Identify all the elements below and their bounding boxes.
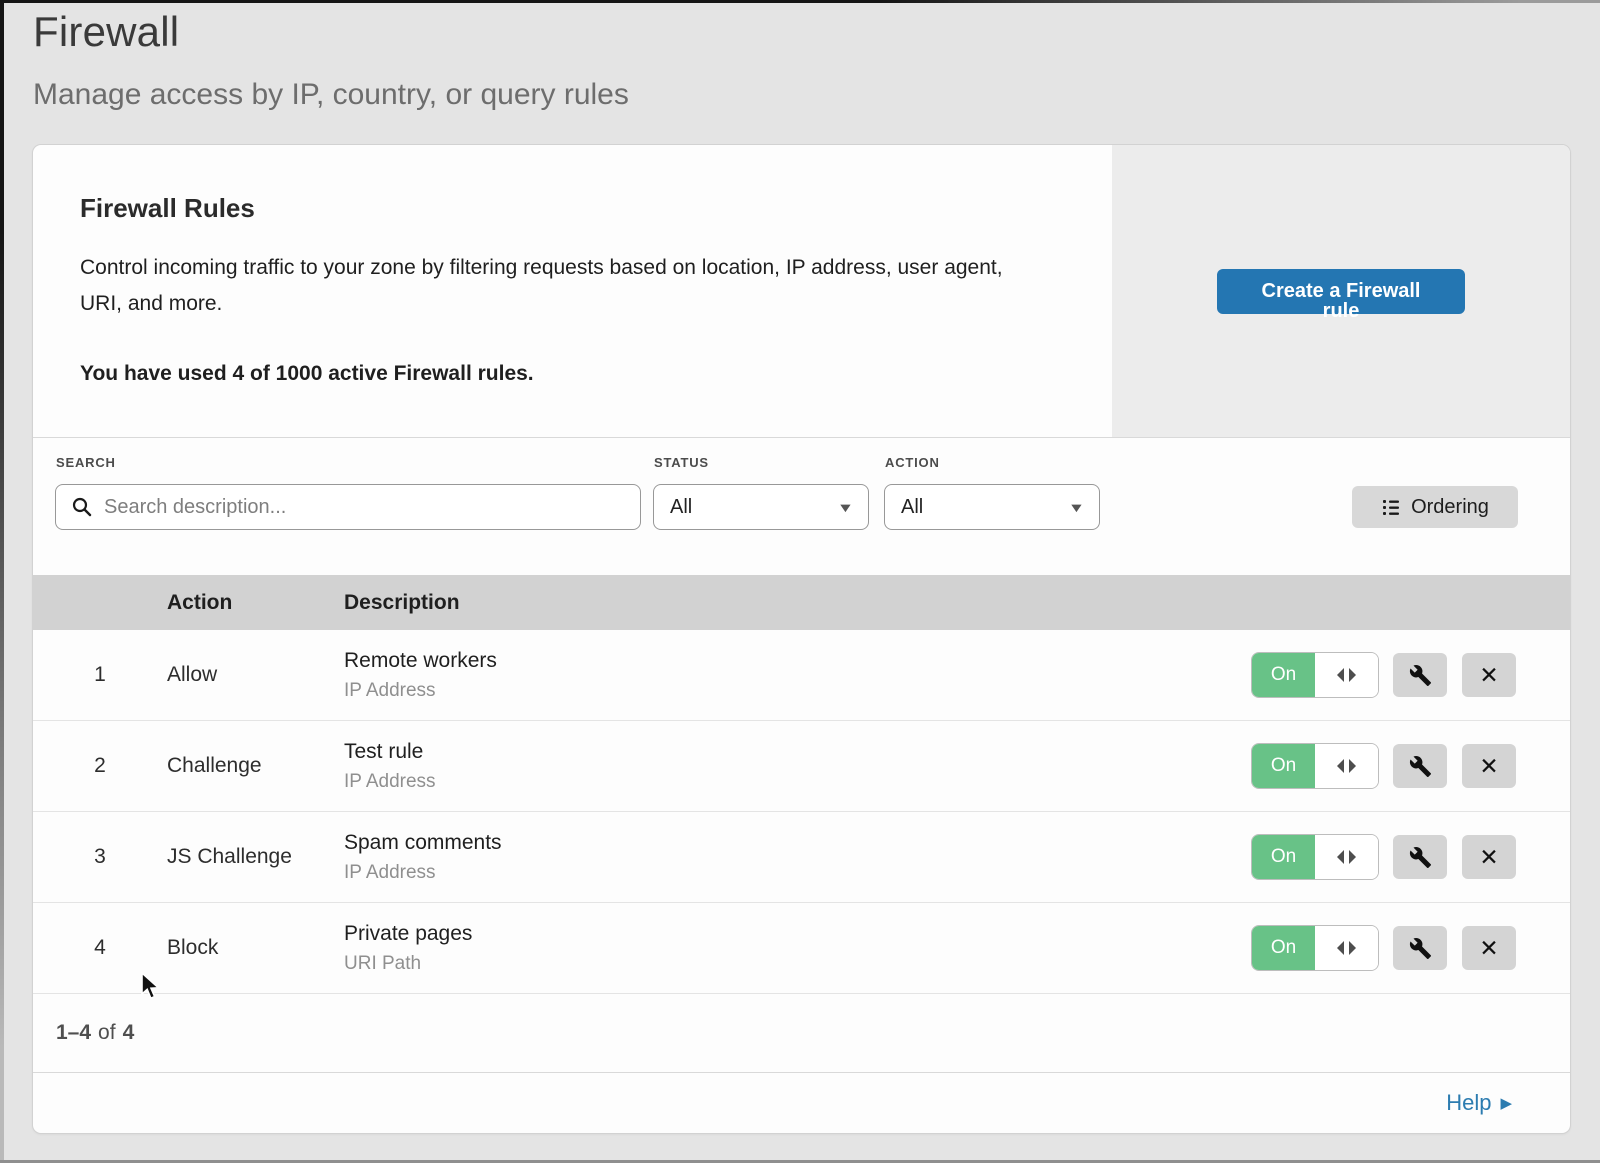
rule-action: Challenge bbox=[167, 754, 344, 778]
usage-summary: You have used 4 of 1000 active Firewall … bbox=[80, 362, 1080, 386]
search-icon bbox=[71, 496, 93, 518]
firewall-rules-card: Firewall Rules Control incoming traffic … bbox=[33, 145, 1570, 1133]
rule-description-cell: Remote workers IP Address bbox=[344, 649, 1252, 702]
description-column-header: Description bbox=[344, 591, 1570, 615]
rule-action: Block bbox=[167, 936, 344, 960]
action-label: ACTION bbox=[885, 455, 940, 470]
rule-controls: On ✕ bbox=[1252, 926, 1570, 970]
filters-bar: SEARCH STATUS ACTION All ▼ All ▼ bbox=[33, 438, 1570, 575]
close-icon: ✕ bbox=[1479, 753, 1498, 780]
rule-priority: 4 bbox=[33, 936, 167, 960]
edit-rule-button[interactable] bbox=[1393, 835, 1447, 879]
table-row: 4 Block Private pages URI Path On ✕ bbox=[33, 903, 1570, 994]
screen-left-edge bbox=[0, 0, 4, 1163]
close-icon: ✕ bbox=[1479, 935, 1498, 962]
toggle-handle-arrows-icon[interactable] bbox=[1315, 835, 1378, 879]
search-label: SEARCH bbox=[56, 455, 116, 470]
rule-match-type: IP Address bbox=[344, 862, 1252, 884]
search-input[interactable] bbox=[55, 484, 641, 530]
page-subtitle: Manage access by IP, country, or query r… bbox=[33, 78, 629, 112]
rule-match-type: IP Address bbox=[344, 771, 1252, 793]
delete-rule-button[interactable]: ✕ bbox=[1462, 744, 1516, 788]
toggle-handle-arrows-icon[interactable] bbox=[1315, 926, 1378, 970]
rule-priority: 3 bbox=[33, 845, 167, 869]
rule-priority: 2 bbox=[33, 754, 167, 778]
rule-description: Remote workers bbox=[344, 649, 1252, 673]
wrench-icon bbox=[1409, 937, 1432, 960]
create-rule-panel: Create a Firewall rule bbox=[1112, 145, 1570, 437]
card-footer: Help ▶ bbox=[33, 1073, 1570, 1132]
wrench-icon bbox=[1409, 664, 1432, 687]
screen-top-edge bbox=[0, 0, 1600, 3]
rule-match-type: IP Address bbox=[344, 680, 1252, 702]
wrench-icon bbox=[1409, 846, 1432, 869]
toggle-on-label: On bbox=[1252, 926, 1315, 970]
rule-controls: On ✕ bbox=[1252, 653, 1570, 697]
status-selected-value: All bbox=[670, 496, 839, 519]
action-selected-value: All bbox=[901, 496, 1070, 519]
search-field-wrap bbox=[55, 484, 641, 530]
toggle-handle-arrows-icon[interactable] bbox=[1315, 653, 1378, 697]
rule-enabled-toggle[interactable]: On bbox=[1252, 744, 1378, 788]
table-row: 2 Challenge Test rule IP Address On ✕ bbox=[33, 721, 1570, 812]
edit-rule-button[interactable] bbox=[1393, 653, 1447, 697]
ordering-button-label: Ordering bbox=[1411, 496, 1489, 519]
toggle-handle-arrows-icon[interactable] bbox=[1315, 744, 1378, 788]
rule-description: Private pages bbox=[344, 922, 1252, 946]
help-arrow-icon: ▶ bbox=[1500, 1094, 1512, 1112]
action-select[interactable]: All ▼ bbox=[884, 484, 1100, 530]
delete-rule-button[interactable]: ✕ bbox=[1462, 653, 1516, 697]
chevron-down-icon: ▼ bbox=[837, 500, 854, 515]
rule-priority: 1 bbox=[33, 663, 167, 687]
status-select[interactable]: All ▼ bbox=[653, 484, 869, 530]
rule-match-type: URI Path bbox=[344, 953, 1252, 975]
rule-description: Test rule bbox=[344, 740, 1252, 764]
chevron-down-icon: ▼ bbox=[1068, 500, 1085, 515]
help-link[interactable]: Help ▶ bbox=[1446, 1090, 1512, 1116]
close-icon: ✕ bbox=[1479, 662, 1498, 689]
delete-rule-button[interactable]: ✕ bbox=[1462, 926, 1516, 970]
close-icon: ✕ bbox=[1479, 844, 1498, 871]
rule-description-cell: Spam comments IP Address bbox=[344, 831, 1252, 884]
ordering-button[interactable]: Ordering bbox=[1352, 486, 1518, 528]
toggle-on-label: On bbox=[1252, 835, 1315, 879]
ordered-list-icon bbox=[1381, 497, 1401, 517]
action-column-header: Action bbox=[167, 591, 344, 615]
toggle-on-label: On bbox=[1252, 744, 1315, 788]
rule-enabled-toggle[interactable]: On bbox=[1252, 653, 1378, 697]
table-row: 1 Allow Remote workers IP Address On ✕ bbox=[33, 630, 1570, 721]
table-header: Action Description bbox=[33, 575, 1570, 630]
rule-enabled-toggle[interactable]: On bbox=[1252, 926, 1378, 970]
rule-enabled-toggle[interactable]: On bbox=[1252, 835, 1378, 879]
page-title: Firewall bbox=[33, 8, 179, 56]
card-description: Control incoming traffic to your zone by… bbox=[80, 250, 1025, 322]
intro-text: Firewall Rules Control incoming traffic … bbox=[80, 193, 1080, 386]
create-firewall-rule-button[interactable]: Create a Firewall rule bbox=[1217, 269, 1465, 314]
help-label: Help bbox=[1446, 1090, 1491, 1116]
pagination-summary: 1–4 of 4 bbox=[33, 994, 1570, 1073]
rule-description-cell: Test rule IP Address bbox=[344, 740, 1252, 793]
edit-rule-button[interactable] bbox=[1393, 744, 1447, 788]
rule-action: Allow bbox=[167, 663, 344, 687]
rule-description-cell: Private pages URI Path bbox=[344, 922, 1252, 975]
toggle-on-label: On bbox=[1252, 653, 1315, 697]
card-heading: Firewall Rules bbox=[80, 193, 1080, 224]
pagination-total: 4 bbox=[123, 1021, 135, 1045]
pagination-of: of bbox=[98, 1021, 116, 1045]
status-label: STATUS bbox=[654, 455, 709, 470]
rule-description: Spam comments bbox=[344, 831, 1252, 855]
rule-controls: On ✕ bbox=[1252, 744, 1570, 788]
delete-rule-button[interactable]: ✕ bbox=[1462, 835, 1516, 879]
edit-rule-button[interactable] bbox=[1393, 926, 1447, 970]
table-row: 3 JS Challenge Spam comments IP Address … bbox=[33, 812, 1570, 903]
wrench-icon bbox=[1409, 755, 1432, 778]
card-intro-section: Firewall Rules Control incoming traffic … bbox=[33, 145, 1570, 438]
pagination-range: 1–4 bbox=[56, 1021, 91, 1045]
rule-controls: On ✕ bbox=[1252, 835, 1570, 879]
rule-action: JS Challenge bbox=[167, 845, 344, 869]
